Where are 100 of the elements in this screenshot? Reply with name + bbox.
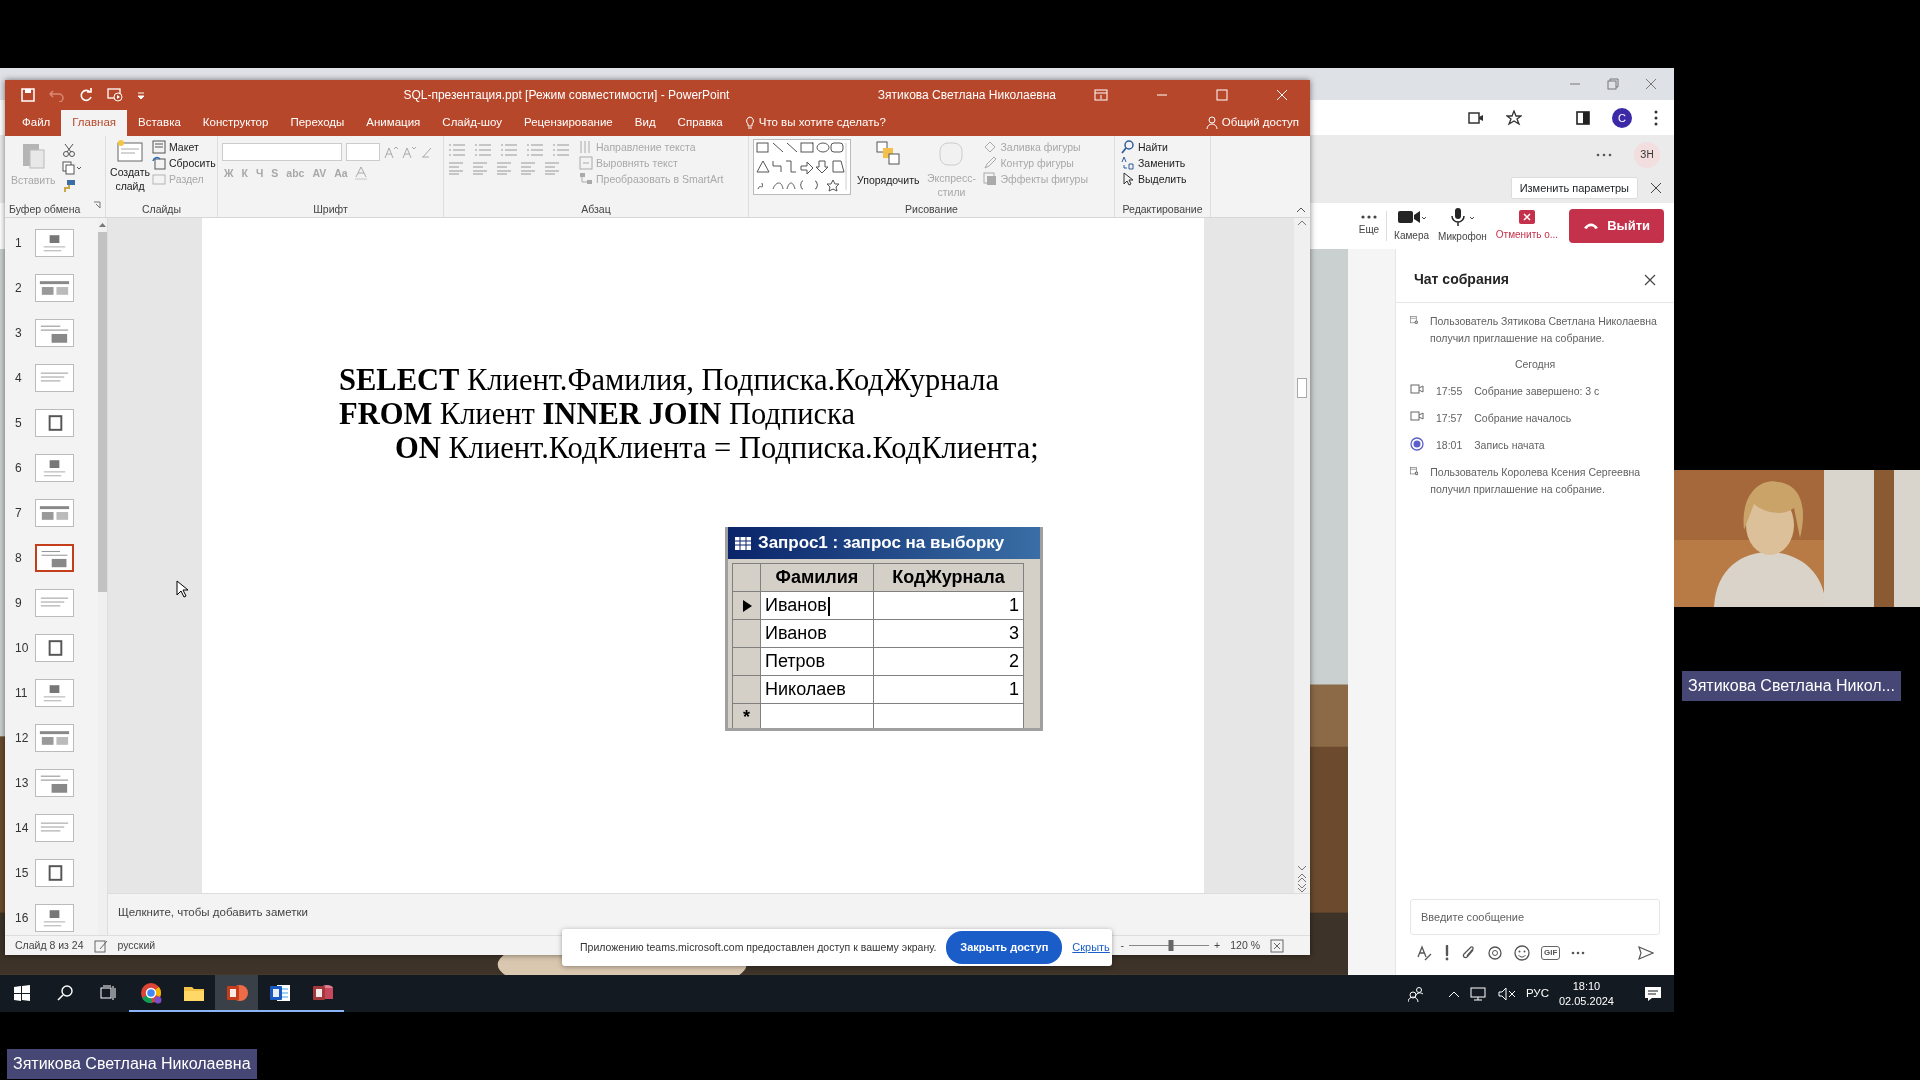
collapse-ribbon-icon[interactable] bbox=[1296, 207, 1306, 213]
share-button[interactable]: Общий доступ bbox=[1194, 110, 1310, 136]
save-icon[interactable] bbox=[21, 88, 35, 102]
reset-button[interactable]: Сбросить bbox=[150, 155, 218, 171]
close-icon[interactable] bbox=[1650, 182, 1662, 195]
zoom-level[interactable]: 120 % bbox=[1230, 937, 1260, 954]
slide-thumbnail[interactable] bbox=[35, 588, 74, 617]
slide-thumbnail[interactable] bbox=[35, 858, 74, 887]
important-icon[interactable] bbox=[1443, 945, 1451, 961]
more-icon[interactable] bbox=[1596, 152, 1612, 157]
font-color-icon[interactable] bbox=[353, 166, 368, 180]
column-header[interactable]: КодЖурнала bbox=[873, 563, 1024, 592]
undo-icon[interactable] bbox=[49, 88, 65, 102]
leave-button[interactable]: Выйти bbox=[1569, 209, 1664, 243]
people-icon[interactable] bbox=[1407, 985, 1424, 1002]
call-control[interactable]: Микрофон bbox=[1436, 207, 1489, 245]
star-icon[interactable] bbox=[1506, 109, 1522, 126]
new-slide-button[interactable]: Создать слайд bbox=[110, 139, 150, 201]
customize-icon[interactable] bbox=[137, 91, 145, 99]
language-label[interactable]: русский bbox=[117, 937, 156, 954]
slide-thumbnail[interactable] bbox=[35, 723, 74, 752]
row-selector[interactable] bbox=[732, 591, 761, 620]
zoom-out-button[interactable]: - bbox=[1120, 937, 1125, 954]
hide-link[interactable]: Скрыть bbox=[1072, 939, 1110, 956]
stop-sharing-button[interactable]: Закрыть доступ bbox=[946, 931, 1063, 964]
maximize-icon[interactable] bbox=[1216, 89, 1228, 101]
input-language[interactable]: РУС bbox=[1525, 984, 1549, 1003]
copy-icon[interactable] bbox=[61, 161, 82, 175]
slide-thumbnail[interactable] bbox=[35, 813, 74, 842]
font-name-field[interactable] bbox=[222, 143, 342, 161]
slide-thumbnail[interactable] bbox=[35, 543, 74, 572]
tell-me-field[interactable]: Что вы хотите сделать? bbox=[733, 110, 897, 136]
scroll-up-icon[interactable] bbox=[98, 222, 107, 228]
emoji-icon[interactable] bbox=[1514, 945, 1530, 961]
fit-slide-icon[interactable] bbox=[1270, 938, 1284, 953]
avatar[interactable]: C bbox=[1612, 107, 1632, 128]
slide-thumbnail[interactable] bbox=[35, 498, 74, 527]
slide-thumbnail[interactable] bbox=[35, 633, 74, 662]
chevron-up-icon[interactable] bbox=[1447, 989, 1460, 998]
side-panel-icon[interactable] bbox=[1576, 110, 1590, 125]
attach-icon[interactable] bbox=[1462, 945, 1476, 961]
call-control[interactable]: Отменить о... bbox=[1493, 209, 1561, 243]
avatar[interactable]: ЗН bbox=[1634, 141, 1660, 168]
send-icon[interactable] bbox=[1638, 945, 1654, 961]
ribbon-tab[interactable]: Рецензирование bbox=[512, 110, 624, 136]
clock[interactable]: 18:10 02.05.2024 bbox=[1558, 978, 1614, 1009]
ribbon-tab[interactable]: Вид bbox=[623, 110, 667, 136]
scrollbar-thumb[interactable] bbox=[1297, 378, 1307, 398]
loop-icon[interactable] bbox=[1487, 945, 1503, 961]
network-icon[interactable] bbox=[1469, 985, 1488, 1002]
select-button[interactable]: Выделить bbox=[1119, 171, 1206, 187]
zoom-in-button[interactable]: + bbox=[1214, 937, 1221, 954]
notifications-icon[interactable] bbox=[1644, 985, 1662, 1002]
volume-muted-icon[interactable] bbox=[1497, 986, 1516, 1001]
format-icon[interactable] bbox=[1416, 945, 1432, 961]
slide-thumbnail[interactable] bbox=[35, 408, 74, 437]
zoom-slider[interactable] bbox=[1168, 940, 1174, 951]
slideshow-icon[interactable] bbox=[107, 88, 123, 102]
new-row-marker[interactable]: * bbox=[732, 703, 761, 728]
arrange-button[interactable]: Упорядочить bbox=[855, 139, 922, 201]
slide-thumbnail[interactable] bbox=[35, 453, 74, 482]
ribbon-tab[interactable]: Файл bbox=[11, 110, 62, 136]
ribbon-tab[interactable]: Слайд-шоу bbox=[431, 110, 513, 136]
start-icon[interactable] bbox=[13, 984, 30, 1001]
spelling-icon[interactable] bbox=[93, 938, 108, 953]
ribbon-tab[interactable]: Анимация bbox=[355, 110, 432, 136]
slide-thumbnail[interactable] bbox=[35, 318, 74, 347]
slide-thumbnail[interactable] bbox=[35, 768, 74, 797]
column-header[interactable]: Фамилия bbox=[760, 563, 874, 592]
slide-thumbnail[interactable] bbox=[35, 363, 74, 392]
find-button[interactable]: Найти bbox=[1119, 139, 1206, 155]
font-size-field[interactable] bbox=[346, 143, 380, 161]
format-painter-icon[interactable] bbox=[61, 179, 76, 193]
more-icon[interactable] bbox=[1571, 951, 1586, 955]
notes-field[interactable]: Щелкните, чтобы добавить заметки bbox=[108, 893, 1310, 930]
slide-thumbnail[interactable] bbox=[35, 903, 74, 932]
menu-icon[interactable] bbox=[1654, 109, 1658, 126]
ribbon-tab[interactable]: Вставка bbox=[127, 110, 192, 136]
dialog-launcher-icon[interactable] bbox=[93, 201, 101, 209]
ribbon-tab[interactable]: Справка bbox=[666, 110, 734, 136]
scrollbar-thumb[interactable] bbox=[98, 232, 107, 592]
slide-thumbnail[interactable] bbox=[35, 678, 74, 707]
ribbon-tab[interactable]: Переходы bbox=[279, 110, 356, 136]
shapes-gallery[interactable] bbox=[753, 139, 851, 195]
gif-button[interactable]: GIF bbox=[1541, 946, 1561, 960]
camera-icon[interactable] bbox=[1468, 110, 1484, 125]
cut-icon[interactable] bbox=[61, 143, 76, 157]
call-control[interactable]: Камера bbox=[1392, 208, 1432, 244]
settings-button[interactable]: Изменить параметры bbox=[1510, 176, 1638, 200]
replace-button[interactable]: Заменить bbox=[1119, 155, 1206, 171]
restore-icon[interactable] bbox=[1606, 77, 1620, 92]
close-icon[interactable] bbox=[1644, 273, 1656, 286]
message-field[interactable]: Введите сообщение bbox=[1410, 899, 1660, 935]
redo-icon[interactable] bbox=[79, 88, 93, 102]
taskbar-app[interactable] bbox=[215, 975, 258, 1012]
ribbon-tab[interactable]: Конструктор bbox=[191, 110, 280, 136]
slide-thumbnail[interactable] bbox=[35, 273, 74, 302]
layout-button[interactable]: Макет bbox=[150, 139, 218, 155]
call-control[interactable]: Еще bbox=[1356, 214, 1382, 238]
search-icon[interactable] bbox=[56, 984, 73, 1001]
